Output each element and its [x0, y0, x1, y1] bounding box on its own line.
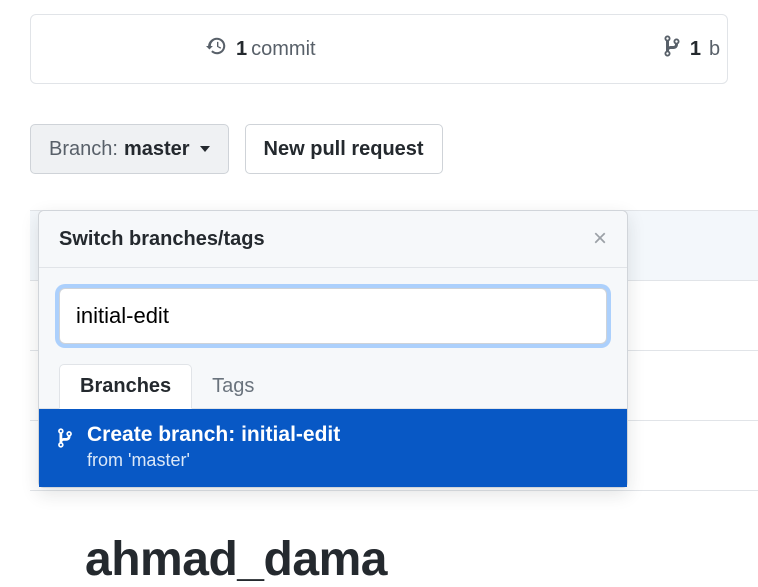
- create-branch-title: Create branch: initial-edit: [87, 423, 340, 447]
- create-prefix: Create branch:: [87, 423, 235, 446]
- caret-down-icon: [200, 146, 210, 152]
- branches-stat[interactable]: 1 b: [662, 34, 727, 64]
- branches-count: 1: [690, 38, 701, 61]
- commits-label: commit: [251, 38, 315, 61]
- history-icon: [206, 35, 228, 63]
- tab-tags[interactable]: Tags: [192, 365, 274, 408]
- popover-title: Switch branches/tags: [59, 228, 265, 251]
- branch-search-input[interactable]: [59, 288, 607, 344]
- branch-current-name: master: [124, 135, 190, 163]
- create-branch-from: from 'master': [87, 450, 340, 471]
- branch-switch-popover: Switch branches/tags × Branches Tags Cre…: [38, 210, 628, 488]
- popover-header: Switch branches/tags ×: [39, 211, 627, 268]
- commits-stat[interactable]: 1 commit: [206, 35, 316, 63]
- branch-select-button[interactable]: Branch: master: [30, 124, 229, 174]
- commits-count: 1: [236, 38, 247, 61]
- branch-prefix: Branch:: [49, 135, 118, 163]
- repo-name-partial: ahmad_dama: [85, 532, 387, 587]
- branch-icon: [57, 427, 73, 454]
- create-branch-name: initial-edit: [241, 423, 340, 446]
- close-icon[interactable]: ×: [593, 227, 607, 251]
- branches-label-cropped: b: [709, 38, 727, 61]
- create-branch-text: Create branch: initial-edit from 'master…: [87, 423, 340, 471]
- popover-tabs: Branches Tags: [39, 364, 627, 408]
- popover-search-area: [39, 268, 627, 364]
- create-branch-result[interactable]: Create branch: initial-edit from 'master…: [39, 408, 627, 487]
- repo-stats-bar: 1 commit 1 b: [30, 14, 728, 84]
- tab-branches[interactable]: Branches: [59, 364, 192, 409]
- new-pull-request-button[interactable]: New pull request: [245, 124, 443, 174]
- branch-icon: [662, 34, 682, 64]
- repo-toolbar: Branch: master New pull request: [30, 124, 758, 174]
